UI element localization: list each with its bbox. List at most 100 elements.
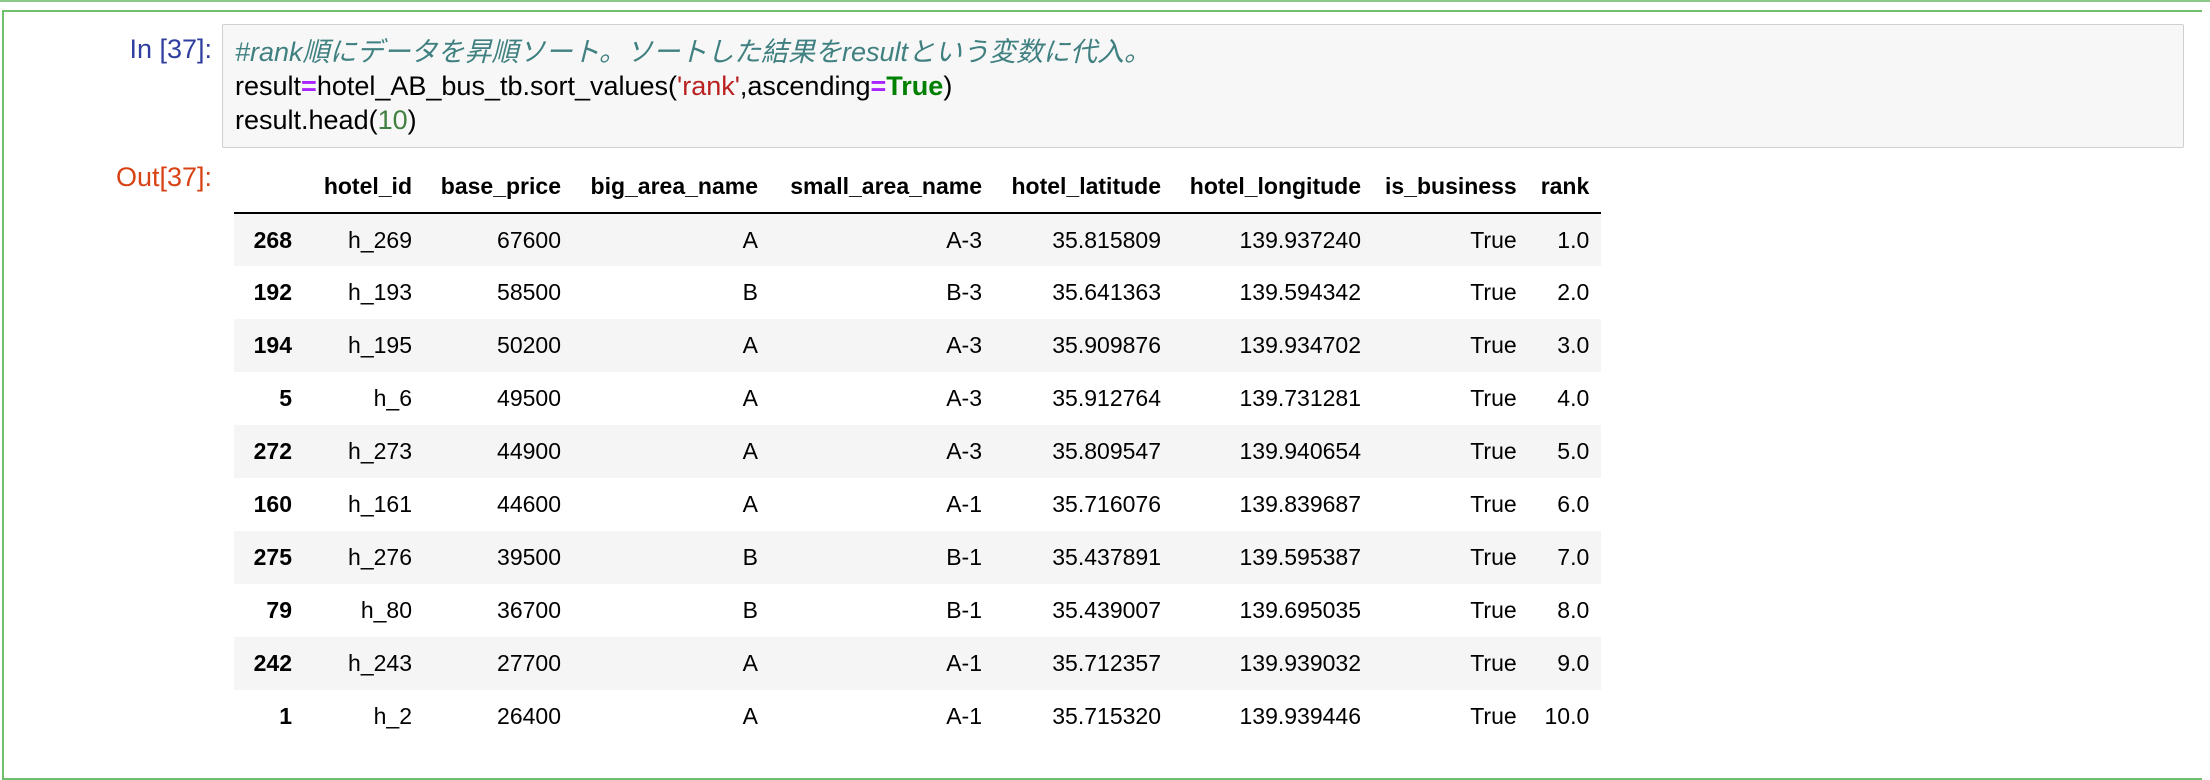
cell-hotel-latitude: 35.909876	[1052, 332, 1161, 358]
cell-rank: 8.0	[1557, 597, 1590, 623]
cell-rank: 2.0	[1557, 279, 1590, 305]
row-index: 272	[253, 438, 292, 464]
column-header-hotel-id: hotel_id	[304, 160, 424, 214]
cell-is-business: True	[1470, 332, 1517, 358]
cell-hotel-longitude: 139.939032	[1239, 650, 1361, 676]
cell-big-area-name: B	[742, 279, 758, 305]
cell-rank: 4.0	[1557, 385, 1590, 411]
cell-small-area-name: A-3	[946, 438, 982, 464]
dataframe-table: hotel_id base_price big_area_name small_…	[234, 160, 1602, 743]
code-var: result	[235, 71, 302, 101]
cell-hotel-longitude: 139.839687	[1239, 491, 1361, 517]
cell-hotel-id: h_6	[373, 385, 412, 411]
cell-hotel-latitude: 35.715320	[1052, 703, 1161, 729]
row-index: 160	[253, 491, 292, 517]
cell-small-area-name: B-3	[946, 279, 982, 305]
cell-hotel-id: h_195	[348, 332, 412, 358]
cell-rank: 5.0	[1557, 438, 1590, 464]
cell-is-business: True	[1470, 544, 1517, 570]
cell-big-area-name: A	[742, 438, 758, 464]
cell-hotel-longitude: 139.937240	[1239, 226, 1361, 253]
cell-rank: 3.0	[1557, 332, 1590, 358]
cell-hotel-id: h_243	[348, 650, 412, 676]
row-index: 194	[253, 332, 292, 358]
cell-hotel-id: h_273	[348, 438, 412, 464]
cell-is-business: True	[1470, 597, 1517, 623]
cell-small-area-name: A-3	[946, 385, 982, 411]
code-paren: )	[407, 105, 417, 135]
cell-is-business: True	[1470, 385, 1517, 411]
cell-hotel-id: h_269	[348, 226, 412, 253]
table-row: 160 h_161 44600 A A-1 35.716076 139.8396…	[234, 478, 1601, 531]
table-row: 79 h_80 36700 B B-1 35.439007 139.695035…	[234, 584, 1601, 637]
row-index: 192	[253, 279, 292, 305]
cell-big-area-name: A	[742, 385, 758, 411]
cell-hotel-id: h_2	[373, 703, 412, 729]
cell-hotel-longitude: 139.695035	[1239, 597, 1361, 623]
cell-is-business: True	[1470, 226, 1517, 253]
table-row: 194 h_195 50200 A A-3 35.909876 139.9347…	[234, 319, 1602, 372]
cell-hotel-id: h_193	[348, 279, 412, 305]
row-index: 268	[253, 226, 292, 253]
cell-big-area-name: B	[742, 597, 758, 623]
cell-small-area-name: A-3	[946, 332, 982, 358]
column-header-rank: rank	[1528, 160, 1602, 214]
column-header-index	[234, 160, 304, 214]
cell-big-area-name: A	[742, 332, 758, 358]
output-area: hotel_id base_price big_area_name small_…	[234, 160, 1602, 743]
column-header-hotel-longitude: hotel_longitude	[1173, 160, 1373, 214]
cell-hotel-latitude: 35.815809	[1052, 226, 1161, 253]
table-row: 275 h_276 39500 B B-1 35.437891 139.5953…	[234, 531, 1602, 584]
table-row: 5 h_6 49500 A A-3 35.912764 139.731281 T…	[234, 372, 1601, 425]
table-row: 272 h_273 44900 A A-3 35.809547 139.9406…	[234, 425, 1602, 478]
code-call: hotel_AB_bus_tb.sort_values(	[316, 71, 678, 101]
cell-small-area-name: A-1	[946, 650, 982, 676]
cell-base-price: 26400	[497, 703, 561, 729]
code-number: 10	[377, 105, 408, 135]
cell-rank: 9.0	[1557, 650, 1590, 676]
cell-hotel-latitude: 35.716076	[1052, 491, 1161, 517]
code-call: result.head(	[235, 105, 378, 135]
cell-small-area-name: B-1	[946, 597, 982, 623]
table-row: 242 h_243 27700 A A-1 35.712357 139.9390…	[234, 637, 1602, 690]
cell-hotel-id: h_80	[360, 597, 412, 623]
cell-base-price: 67600	[497, 226, 561, 253]
cell-is-business: True	[1470, 279, 1517, 305]
column-header-big-area-name: big_area_name	[573, 160, 770, 214]
cell-small-area-name: A-1	[946, 703, 982, 729]
cell-hotel-latitude: 35.912764	[1052, 385, 1161, 411]
code-operator: =	[870, 71, 887, 101]
table-header-row: hotel_id base_price big_area_name small_…	[234, 160, 1602, 214]
cell-hotel-latitude: 35.641363	[1052, 279, 1161, 305]
cell-small-area-name: A-3	[946, 226, 982, 253]
cell-is-business: True	[1470, 438, 1517, 464]
cell-hotel-longitude: 139.731281	[1239, 385, 1361, 411]
column-header-small-area-name: small_area_name	[770, 160, 994, 214]
cell-is-business: True	[1470, 491, 1517, 517]
cell-hotel-id: h_276	[348, 544, 412, 570]
cell-base-price: 44600	[497, 491, 561, 517]
code-paren: )	[943, 71, 953, 101]
code-editor[interactable]: #rank順にデータを昇順ソート。ソートした結果をresultという変数に代入。…	[222, 24, 2184, 148]
cell-big-area-name: A	[742, 491, 758, 517]
row-index: 79	[266, 597, 292, 623]
cell-base-price: 44900	[497, 438, 561, 464]
cell-hotel-longitude: 139.940654	[1239, 438, 1361, 464]
cell-base-price: 49500	[497, 385, 561, 411]
cell-rank: 10.0	[1544, 703, 1590, 729]
cell-hotel-latitude: 35.712357	[1052, 650, 1161, 676]
cell-hotel-latitude: 35.809547	[1052, 438, 1161, 464]
cell-hotel-id: h_161	[348, 491, 412, 517]
code-string: 'rank'	[677, 71, 740, 101]
table-row: 268 h_269 67600 A A-3 35.815809 139.9372…	[234, 213, 1602, 266]
table-row: 1 h_2 26400 A A-1 35.715320 139.939446 T…	[234, 690, 1601, 743]
code-operator: =	[301, 71, 317, 101]
cell-base-price: 27700	[497, 650, 561, 676]
cell-small-area-name: A-1	[946, 491, 982, 517]
row-index: 242	[253, 650, 292, 676]
cell-base-price: 36700	[497, 597, 561, 623]
cell-rank: 7.0	[1557, 544, 1590, 570]
code-line-2: result=hotel_AB_bus_tb.sort_values('rank…	[235, 71, 952, 101]
cell-big-area-name: A	[742, 226, 758, 253]
cell-base-price: 58500	[497, 279, 561, 305]
